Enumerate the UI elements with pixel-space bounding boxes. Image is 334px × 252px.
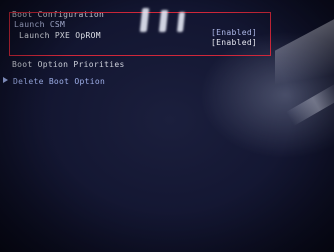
delete-boot-option-item[interactable]: Delete Boot Option: [13, 77, 105, 87]
bios-screen: Boot Configuration Launch CSM Launch PXE…: [0, 0, 334, 252]
triangle-right-icon: [3, 77, 8, 83]
annotation-highlight-box: [9, 12, 271, 56]
boot-option-priorities-heading: Boot Option Priorities: [12, 60, 125, 69]
